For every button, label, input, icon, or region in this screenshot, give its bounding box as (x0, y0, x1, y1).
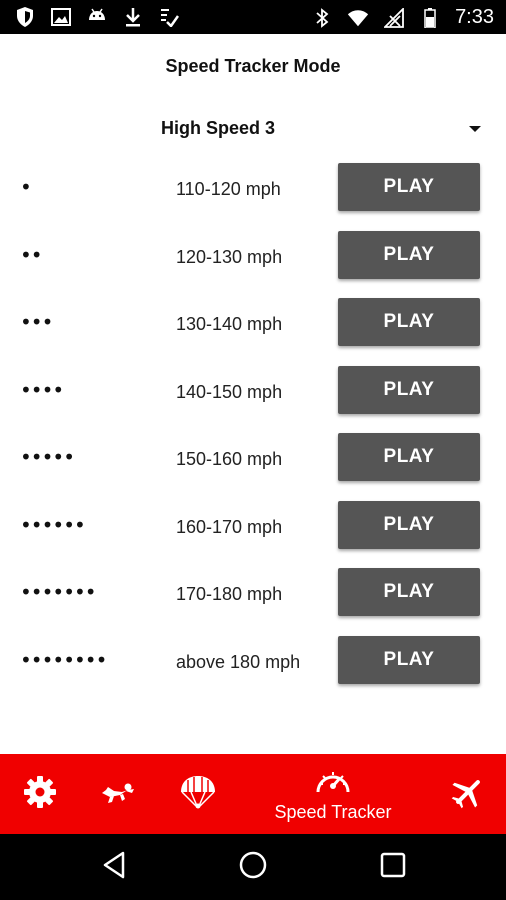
bottom-tab-bar: Speed Tracker (0, 754, 506, 834)
tone-row: •••• 140-150 mph PLAY (0, 365, 506, 434)
tone-range: 110-120 mph (176, 179, 281, 199)
tab-skydiver[interactable] (96, 754, 140, 834)
play-button[interactable]: PLAY (338, 365, 480, 414)
recents-button[interactable] (378, 852, 408, 882)
tab-aircraft[interactable] (446, 754, 490, 834)
tone-row: ••• 130-140 mph PLAY (0, 298, 506, 366)
home-button[interactable] (238, 850, 268, 884)
image-icon (50, 6, 72, 28)
home-icon (238, 850, 268, 884)
parachute-icon (178, 774, 218, 814)
tone-range: 130-140 mph (176, 314, 283, 334)
tone-row: • 110-120 mph PLAY (0, 163, 506, 231)
dropdown-arrow-icon (469, 126, 481, 132)
tone-dots: •• (20, 242, 43, 267)
shield-icon (14, 6, 36, 28)
tab-parachute[interactable] (176, 754, 220, 834)
skydiver-icon (98, 777, 138, 811)
android-icon (86, 6, 108, 28)
tone-dots: ••••• (20, 445, 75, 469)
play-button[interactable]: PLAY (338, 433, 480, 481)
mode-dropdown-value: High Speed 3 (161, 118, 276, 138)
tone-list: • 110-120 mph PLAY •• 120-130 mph PLAY •… (0, 163, 506, 703)
download-icon (122, 6, 144, 28)
tone-range: 140-150 mph (176, 381, 283, 402)
tab-label: Speed Tracker (274, 801, 392, 822)
play-button[interactable]: PLAY (338, 230, 480, 279)
no-signal-icon (383, 7, 405, 29)
tone-row: •••••••• above 180 mph PLAY (0, 635, 506, 704)
back-button[interactable] (99, 851, 129, 883)
tone-dots: •••• (20, 377, 64, 402)
recents-icon (380, 852, 406, 882)
tab-settings[interactable] (18, 754, 62, 834)
page-title: Speed Tracker Mode (165, 56, 341, 76)
play-button[interactable]: PLAY (338, 568, 480, 616)
tab-speed-tracker[interactable]: Speed Tracker (264, 754, 402, 834)
tone-dots: •••••• (20, 512, 86, 537)
tone-dots: • (20, 175, 32, 199)
battery-icon (419, 7, 441, 29)
tone-dots: •••••••• (20, 647, 107, 672)
checklist-icon (158, 6, 180, 28)
tone-range: 170-180 mph (176, 584, 283, 604)
tone-dots: ••• (20, 310, 53, 334)
bluetooth-icon (311, 7, 333, 29)
tone-range: 150-160 mph (176, 449, 283, 469)
tone-row: •• 120-130 mph PLAY (0, 230, 506, 299)
wifi-icon (347, 7, 369, 29)
tone-range: above 180 mph (176, 651, 301, 672)
status-bar: 7:33 (0, 0, 506, 34)
airplane-icon (449, 775, 487, 813)
play-button[interactable]: PLAY (338, 163, 480, 211)
play-button[interactable]: PLAY (338, 500, 480, 549)
play-button[interactable]: PLAY (338, 635, 480, 684)
system-nav-bar (0, 834, 506, 900)
mode-dropdown[interactable]: High Speed 3 (161, 114, 491, 144)
gear-icon (22, 774, 58, 814)
speedometer-icon (314, 766, 352, 800)
play-button[interactable]: PLAY (338, 298, 480, 346)
clock: 7:33 (455, 6, 494, 28)
tone-row: ••••••• 170-180 mph PLAY (0, 568, 506, 636)
tone-range: 120-130 mph (176, 246, 283, 267)
tone-dots: ••••••• (20, 580, 97, 604)
tone-row: ••••• 150-160 mph PLAY (0, 433, 506, 501)
back-icon (101, 851, 127, 883)
tone-row: •••••• 160-170 mph PLAY (0, 500, 506, 569)
tone-range: 160-170 mph (176, 516, 283, 537)
